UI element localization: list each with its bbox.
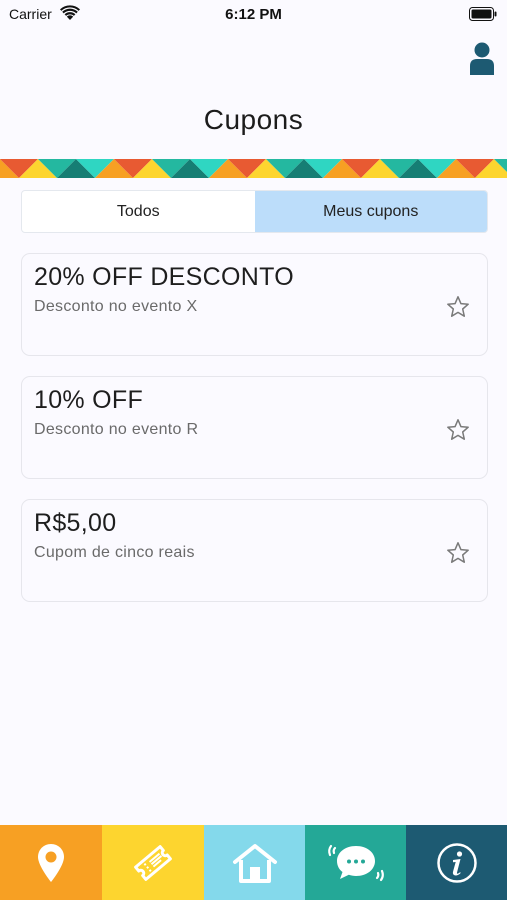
decorative-pattern-strip [0, 159, 507, 178]
nav-item-chat[interactable] [305, 825, 406, 900]
status-time: 6:12 PM [225, 6, 282, 23]
user-icon[interactable] [469, 42, 495, 75]
tab-todos[interactable]: Todos [22, 191, 255, 232]
nav-item-map[interactable] [0, 825, 102, 900]
segmented-tabs: Todos Meus cupons [21, 190, 488, 233]
nav-item-tickets[interactable] [102, 825, 204, 900]
coupon-subtitle: Desconto no evento R [34, 421, 199, 438]
status-bar: Carrier 6:12 PM [0, 0, 507, 30]
battery-icon [469, 7, 497, 21]
coupon-title: 10% OFF [34, 386, 144, 414]
page-title: Cupons [203, 104, 304, 135]
coupon-card[interactable]: R$5,00 Cupom de cinco reais [21, 499, 488, 602]
coupon-subtitle: Desconto no evento X [34, 298, 198, 315]
coupon-title: R$5,00 [34, 509, 117, 537]
star-outline-icon[interactable] [446, 541, 470, 565]
map-pin-icon [38, 843, 64, 882]
chat-icon [327, 844, 384, 881]
bottom-navigation [0, 825, 507, 900]
star-outline-icon[interactable] [446, 295, 470, 319]
nav-item-home[interactable] [204, 825, 305, 900]
nav-item-info[interactable] [406, 825, 507, 900]
home-icon [232, 843, 277, 883]
info-icon [436, 842, 477, 883]
coupon-card[interactable]: 20% OFF DESCONTO Desconto no evento X [21, 253, 488, 356]
star-outline-icon[interactable] [446, 418, 470, 442]
coupon-subtitle: Cupom de cinco reais [34, 544, 195, 561]
tab-meus-cupons[interactable]: Meus cupons [254, 191, 487, 232]
coupon-title: 20% OFF DESCONTO [34, 263, 294, 291]
coupon-card[interactable]: 10% OFF Desconto no evento R [21, 376, 488, 479]
ticket-icon [134, 844, 172, 881]
